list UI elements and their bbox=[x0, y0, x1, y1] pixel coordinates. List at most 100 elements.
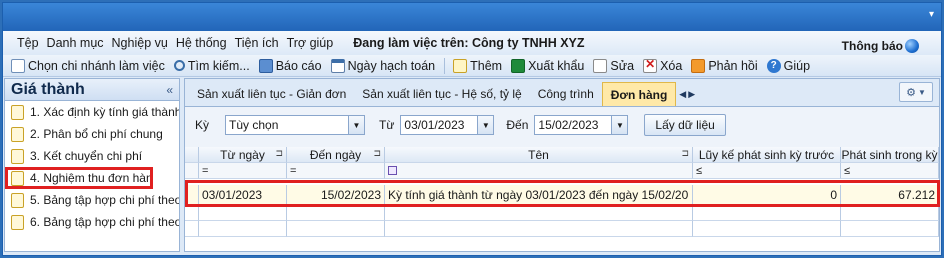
branch-label: Chọn chi nhánh làm việc bbox=[28, 58, 165, 73]
tab-next-icon[interactable]: ▶ bbox=[688, 89, 695, 100]
toolbar-separator bbox=[444, 57, 446, 74]
window-controls[interactable]: ▾ bbox=[929, 9, 935, 20]
notification-label: Thông báo bbox=[841, 39, 903, 53]
filter-prior-accum[interactable]: ≤ bbox=[693, 163, 841, 179]
collapse-icon[interactable]: « bbox=[166, 83, 173, 97]
pin-icon[interactable]: ⊐ bbox=[681, 148, 689, 159]
from-date-value: 03/01/2023 bbox=[404, 118, 465, 132]
toolbar: Chọn chi nhánh làm việc Tìm kiếm... Báo … bbox=[3, 55, 941, 77]
delete-label: Xóa bbox=[660, 58, 683, 73]
main-area: Sản xuất liên tục - Giản đơn Sản xuất li… bbox=[184, 78, 940, 252]
menu-system[interactable]: Hệ thống bbox=[176, 36, 227, 50]
chevron-down-icon[interactable]: ▼ bbox=[348, 116, 365, 134]
chevron-down-icon[interactable]: ▼ bbox=[477, 116, 494, 134]
filter-bar: Kỳ Tùy chọn ▼ Từ 03/01/2023 ▼ Đến 15/02/… bbox=[185, 107, 939, 143]
report-button[interactable]: Báo cáo bbox=[258, 58, 322, 73]
to-label: Đến bbox=[506, 118, 529, 132]
menu-file[interactable]: Tệp bbox=[17, 36, 39, 50]
export-button[interactable]: Xuất khẩu bbox=[511, 58, 584, 73]
left-item-label: 5. Bảng tập hợp chi phí theo... bbox=[30, 193, 179, 207]
left-item-cost-summary-1[interactable]: 5. Bảng tập hợp chi phí theo... bbox=[5, 189, 179, 211]
to-date-value: 15/02/2023 bbox=[538, 118, 599, 132]
header-label: Lũy kế phát sinh kỳ trước bbox=[698, 147, 835, 162]
working-company: Đang làm việc trên: Công ty TNHH XYZ bbox=[353, 36, 585, 50]
left-item-cost-summary-2[interactable]: 6. Bảng tập hợp chi phí theo... bbox=[5, 211, 179, 233]
chevron-down-icon[interactable]: ▼ bbox=[611, 116, 628, 134]
menu-bar: Tệp Danh mục Nghiệp vụ Hệ thống Tiện ích… bbox=[3, 31, 941, 55]
empty-cell bbox=[287, 221, 385, 237]
fetch-data-button[interactable]: Lấy dữ liệu bbox=[644, 114, 726, 136]
tab-continuous-coefficient[interactable]: Sản xuất liên tục - Hệ số, tỷ lệ bbox=[354, 82, 529, 106]
filter-to-date[interactable]: = bbox=[287, 163, 385, 179]
tab-construction[interactable]: Công trình bbox=[530, 82, 602, 106]
grid-corner bbox=[185, 147, 199, 163]
row-selector[interactable] bbox=[185, 185, 199, 205]
report-label: Báo cáo bbox=[275, 58, 322, 73]
table-row-empty bbox=[185, 221, 939, 237]
tab-order[interactable]: Đơn hàng bbox=[601, 82, 677, 106]
feedback-label: Phản hồi bbox=[708, 58, 758, 73]
left-panel-title: Giá thành bbox=[11, 80, 85, 98]
left-item-cost-period[interactable]: 1. Xác định kỳ tính giá thành bbox=[5, 101, 179, 123]
header-current-period[interactable]: Phát sinh trong kỳ bbox=[841, 147, 939, 163]
period-label: Kỳ bbox=[195, 118, 210, 132]
tab-continuous-simple[interactable]: Sản xuất liên tục - Giản đơn bbox=[189, 82, 354, 106]
grid-header-row: Từ ngày ⊐ Đến ngày ⊐ Tên ⊐ Lũy kế phát sinh… bbox=[185, 147, 939, 163]
filter-marker-icon bbox=[388, 166, 397, 175]
header-label: Đến ngày bbox=[309, 147, 362, 162]
add-button[interactable]: Thêm bbox=[453, 58, 502, 73]
left-panel-header: Giá thành « bbox=[5, 79, 179, 101]
left-item-label: 6. Bảng tập hợp chi phí theo... bbox=[30, 215, 179, 229]
filter-from-date[interactable]: = bbox=[199, 163, 287, 179]
pin-icon[interactable]: ⊐ bbox=[373, 148, 381, 159]
feedback-button[interactable]: Phản hồi bbox=[691, 58, 758, 73]
report-icon bbox=[258, 58, 273, 73]
left-item-transfer-cost[interactable]: 3. Kết chuyển chi phí bbox=[5, 145, 179, 167]
menu-operations[interactable]: Nghiệp vụ bbox=[112, 36, 168, 50]
header-label: Tên bbox=[528, 147, 549, 162]
page-icon bbox=[11, 104, 24, 120]
menu-utilities[interactable]: Tiện ích bbox=[235, 36, 279, 50]
header-name[interactable]: Tên ⊐ bbox=[385, 147, 693, 163]
help-icon: ? bbox=[766, 58, 781, 73]
search-label: Tìm kiếm... bbox=[187, 58, 250, 73]
from-label: Từ bbox=[379, 118, 395, 132]
empty-cell bbox=[693, 205, 841, 221]
empty-cell bbox=[841, 221, 939, 237]
empty-cell bbox=[385, 221, 693, 237]
settings-button[interactable]: ⚙ ▼ bbox=[899, 82, 933, 102]
header-label: Từ ngày bbox=[220, 147, 265, 162]
edit-button[interactable]: Sửa bbox=[593, 58, 634, 73]
search-button[interactable]: Tìm kiếm... bbox=[173, 58, 250, 73]
tab-prev-icon[interactable]: ◀ bbox=[679, 89, 686, 100]
page-icon bbox=[11, 170, 24, 186]
header-to-date[interactable]: Đến ngày ⊐ bbox=[287, 147, 385, 163]
delete-button[interactable]: Xóa bbox=[643, 57, 683, 73]
menu-catalog[interactable]: Danh mục bbox=[47, 36, 104, 50]
page-icon bbox=[11, 192, 24, 208]
pin-icon[interactable]: ⊐ bbox=[275, 148, 283, 159]
filter-name[interactable] bbox=[385, 163, 693, 179]
notification-button[interactable]: Thông báo bbox=[842, 39, 919, 53]
to-date-input[interactable]: 15/02/2023 ▼ bbox=[534, 115, 629, 135]
left-item-label: 2. Phân bổ chi phí chung bbox=[30, 127, 163, 141]
help-button[interactable]: ? Giúp bbox=[766, 58, 810, 73]
filter-current-period[interactable]: ≤ bbox=[841, 163, 939, 179]
period-select[interactable]: Tùy chọn ▼ bbox=[225, 115, 366, 135]
left-item-order-acceptance[interactable]: 4. Nghiệm thu đơn hàng bbox=[5, 167, 153, 189]
table-row[interactable]: 03/01/2023 15/02/2023 Kỳ tính giá thành … bbox=[185, 185, 939, 205]
from-date-input[interactable]: 03/01/2023 ▼ bbox=[400, 115, 495, 135]
gear-icon: ⚙ bbox=[906, 86, 916, 99]
header-prior-accum[interactable]: Lũy kế phát sinh kỳ trước bbox=[693, 147, 841, 163]
document-icon bbox=[11, 58, 25, 73]
left-item-label: 4. Nghiệm thu đơn hàng bbox=[30, 171, 153, 185]
menu-help[interactable]: Trợ giúp bbox=[287, 36, 334, 50]
posting-date-label: Ngày hạch toán bbox=[347, 58, 436, 73]
cell-name: Kỳ tính giá thành từ ngày 03/01/2023 đến… bbox=[385, 185, 693, 205]
cell-prior-accum: 0 bbox=[693, 185, 841, 205]
header-from-date[interactable]: Từ ngày ⊐ bbox=[199, 147, 287, 163]
branch-button[interactable]: Chọn chi nhánh làm việc bbox=[11, 58, 165, 73]
chevron-down-icon: ▼ bbox=[917, 87, 926, 97]
left-item-allocate-overhead[interactable]: 2. Phân bổ chi phí chung bbox=[5, 123, 179, 145]
posting-date-button[interactable]: Ngày hạch toán bbox=[330, 58, 436, 73]
